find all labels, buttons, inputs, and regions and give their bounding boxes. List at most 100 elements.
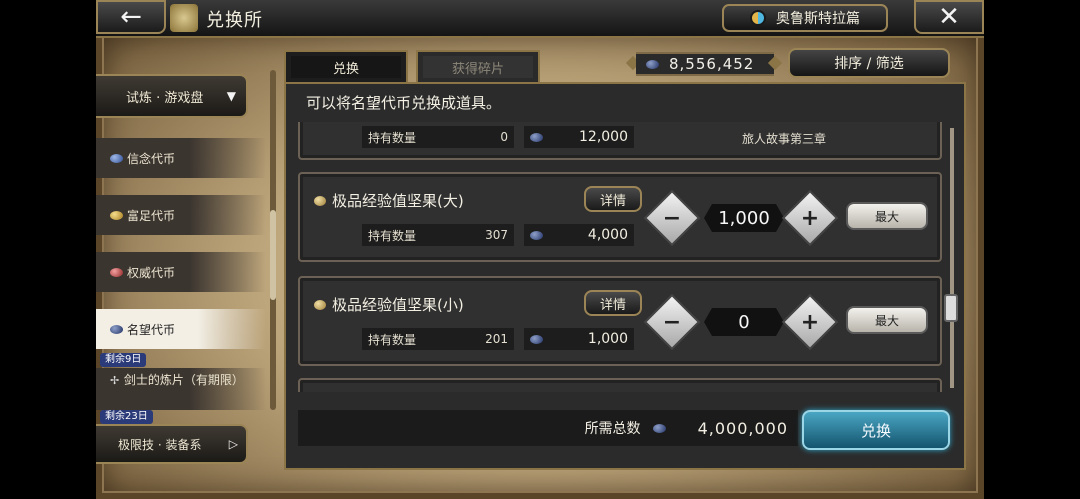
nut-icon <box>314 195 326 206</box>
fame-token-icon <box>530 132 543 142</box>
remaining-days-badge: 剩余23日 <box>100 410 153 424</box>
sidebar-item-label: 信念代币 <box>127 151 176 166</box>
tab-label: 获得碎片 <box>451 61 504 77</box>
limit-break-equipment-dropdown[interactable]: 极限技 · 装备系 ▷ <box>96 424 248 464</box>
max-label: 最大 <box>874 313 899 328</box>
panel-description: 可以将名望代币兑换成道具。 <box>306 94 502 112</box>
held-value: 201 <box>485 332 508 346</box>
max-button[interactable]: 最大 <box>846 202 928 230</box>
quantity-field[interactable]: 1,000 <box>704 204 784 232</box>
exchange-screen: ← 兑换所 奥鲁斯特拉篇 ✕ 试炼 · 游戏盘 ▼ 信念代币 富足代币 权威代币… <box>96 0 984 499</box>
list-item: 极品经验值坚果(大) 详情 持有数量 307 4,000 − 1,000 + 最… <box>298 172 942 262</box>
exchange-button[interactable]: 兑换 <box>802 410 950 450</box>
top-bar: ← 兑换所 奥鲁斯特拉篇 ✕ <box>96 0 984 38</box>
back-button[interactable]: ← <box>96 0 166 34</box>
sort-filter-button[interactable]: 排序 / 筛选 <box>788 48 950 78</box>
sidebar-item-wealth-token[interactable]: 富足代币 <box>96 195 266 235</box>
shop-emblem-icon <box>170 4 198 32</box>
story-swirl-icon <box>750 10 766 26</box>
close-button[interactable]: ✕ <box>914 0 984 34</box>
minus-icon: − <box>662 309 682 335</box>
list-item: 持有数量 0 12,000 旅人故事第三章 <box>298 122 942 160</box>
fame-token-icon <box>646 59 659 69</box>
fame-token-balance: 8,556,452 <box>636 52 774 76</box>
fame-token-icon <box>110 324 123 334</box>
close-icon: ✕ <box>938 2 960 32</box>
fame-token-icon <box>530 334 543 344</box>
sidebar-scrollbar[interactable] <box>270 70 276 410</box>
back-arrow-icon: ← <box>120 2 142 32</box>
cost-box: 12,000 <box>524 126 634 148</box>
chevron-right-icon: ▷ <box>228 437 238 451</box>
scroll-handle[interactable] <box>944 294 958 322</box>
increase-button[interactable]: + <box>781 189 839 247</box>
wealth-token-icon <box>110 210 123 220</box>
sidebar-item-fame-token[interactable]: 名望代币 <box>96 309 266 349</box>
sort-filter-label: 排序 / 筛选 <box>834 56 904 72</box>
sidebar-item-label: 名望代币 <box>127 322 176 337</box>
sidebar-scroll-thumb[interactable] <box>270 210 276 300</box>
list-item <box>298 378 942 392</box>
tab-exchange[interactable]: 兑换 <box>284 50 408 82</box>
cost-value: 12,000 <box>579 129 628 145</box>
faith-token-icon <box>110 153 123 163</box>
details-label: 详情 <box>599 297 626 313</box>
details-label: 详情 <box>599 193 626 209</box>
max-label: 最大 <box>874 209 899 224</box>
sidebar-item-label: 富足代币 <box>127 208 176 223</box>
minus-icon: − <box>662 205 682 231</box>
chevron-down-icon: ▼ <box>226 89 236 103</box>
exchange-panel: 可以将名望代币兑换成道具。 持有数量 0 12,000 旅人故事第三章 极品经验… <box>284 82 966 470</box>
item-name: 极品经验值坚果(大) <box>314 190 464 211</box>
category-label: 极限技 · 装备系 <box>118 437 202 452</box>
item-name-text: 极品经验值坚果(小) <box>332 296 464 314</box>
tab-obtain-fragments[interactable]: 获得碎片 <box>416 50 540 82</box>
sidebar-item-label: 权威代币 <box>127 265 176 280</box>
increase-button[interactable]: + <box>781 293 839 351</box>
story-select-button[interactable]: 奥鲁斯特拉篇 <box>722 4 888 32</box>
held-label: 持有数量 <box>368 130 417 145</box>
fame-token-icon <box>530 230 543 240</box>
held-count: 持有数量 307 <box>362 224 514 246</box>
max-button[interactable]: 最大 <box>846 306 928 334</box>
requirement-text: 旅人故事第三章 <box>742 132 827 146</box>
details-button[interactable]: 详情 <box>584 290 642 316</box>
item-list[interactable]: 持有数量 0 12,000 旅人故事第三章 极品经验值坚果(大) 详情 持有数量 <box>294 122 946 392</box>
authority-token-icon <box>110 267 123 277</box>
list-scroll-thumb[interactable] <box>950 128 954 388</box>
sidebar-item-faith-token[interactable]: 信念代币 <box>96 138 266 178</box>
sidebar-item-label: 剑士的炼片（有期限） <box>123 373 244 387</box>
remaining-days-badge: 剩余9日 <box>100 353 147 367</box>
fame-token-icon <box>652 423 666 433</box>
decrease-button[interactable]: − <box>643 189 701 247</box>
held-value: 307 <box>485 228 508 242</box>
total-cost-bar: 所需总数 4,000,000 <box>298 410 798 446</box>
item-name-text: 极品经验值坚果(大) <box>332 192 464 210</box>
page-title: 兑换所 <box>206 10 263 31</box>
list-scrollbar[interactable] <box>950 128 954 388</box>
held-label: 持有数量 <box>368 228 417 243</box>
category-dropdown[interactable]: 试炼 · 游戏盘 ▼ <box>96 74 248 118</box>
plus-icon: + <box>800 309 820 335</box>
cost-box: 1,000 <box>524 328 634 350</box>
quantity-field[interactable]: 0 <box>704 308 784 336</box>
quantity-value: 0 <box>738 311 750 333</box>
list-item: 极品经验值坚果(小) 详情 持有数量 201 1,000 − 0 + 最大 <box>298 276 942 366</box>
total-value: 4,000,000 <box>697 418 788 438</box>
held-count: 持有数量 0 <box>362 126 514 148</box>
cost-box: 4,000 <box>524 224 634 246</box>
sword-icon: ✢ <box>110 374 120 387</box>
sidebar-item-authority-token[interactable]: 权威代币 <box>96 252 266 292</box>
held-label: 持有数量 <box>368 332 417 347</box>
plus-icon: + <box>800 205 820 231</box>
held-value: 0 <box>500 130 508 144</box>
story-select-label: 奥鲁斯特拉篇 <box>776 11 860 27</box>
balance-amount: 8,556,452 <box>669 55 755 73</box>
cost-value: 4,000 <box>587 227 628 243</box>
sidebar-item-swordsman-shard[interactable]: ✢ 剑士的炼片（有期限） <box>96 368 266 410</box>
total-label: 所需总数 <box>584 421 641 437</box>
exchange-label: 兑换 <box>860 421 891 440</box>
decrease-button[interactable]: − <box>643 293 701 351</box>
held-count: 持有数量 201 <box>362 328 514 350</box>
details-button[interactable]: 详情 <box>584 186 642 212</box>
